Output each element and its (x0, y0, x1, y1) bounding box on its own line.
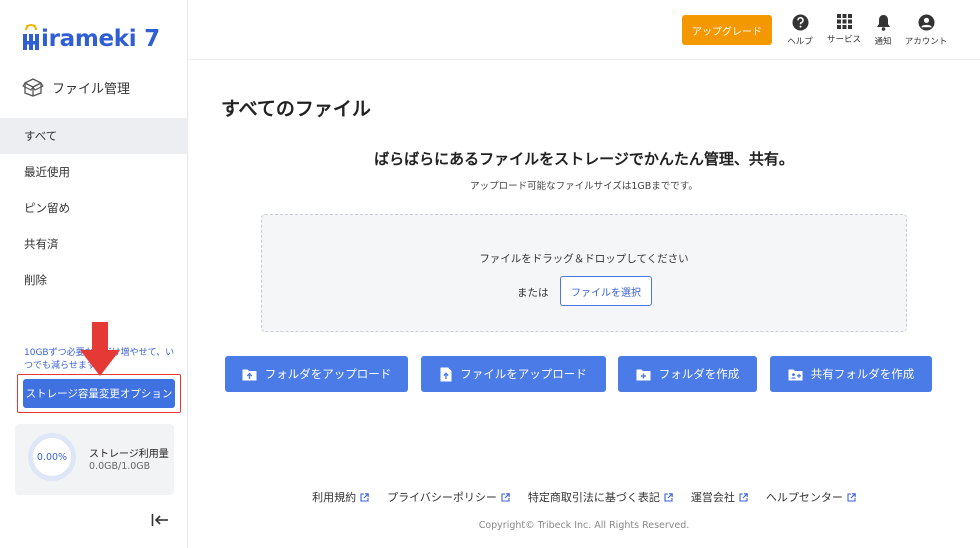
footer-link-commerce-law[interactable]: 特定商取引法に基づく表記 (528, 489, 673, 505)
hero-title: ばらばらにあるファイルをストレージでかんたん管理、共有。 (374, 150, 794, 168)
page-title: すべてのファイル (221, 98, 371, 120)
sidebar-item-shared[interactable]: 共有済 (0, 226, 188, 262)
box-icon (22, 78, 44, 97)
file-upload-icon (440, 367, 452, 381)
file-management-label: ファイル管理 (52, 81, 131, 97)
upload-file-label: ファイルをアップロード (460, 367, 587, 381)
storage-option-button[interactable]: ストレージ容量変更オプション (23, 379, 175, 408)
hero-subtitle: アップロード可能なファイルサイズは1GBまでです。 (470, 181, 698, 192)
account-label: アカウント (904, 37, 948, 47)
footer-link-help-center[interactable]: ヘルプセンター (766, 489, 856, 505)
upload-folder-label: フォルダをアップロード (264, 367, 392, 381)
logo-mark-icon (22, 24, 40, 50)
collapse-sidebar-icon[interactable] (151, 513, 169, 527)
red-arrow-annotation (80, 322, 120, 376)
app-root: irameki 7 ファイル管理 すべて 最近使用 ピン留め 共有済 削除 10… (0, 0, 980, 548)
external-link-icon (360, 492, 369, 502)
upload-file-button[interactable]: ファイルをアップロード (421, 356, 606, 392)
top-header: アップグレード ヘルプ サービス 通知 アカウント (188, 0, 980, 60)
usage-ring: 0.00% (28, 433, 76, 481)
external-link-icon (847, 492, 856, 502)
account-button[interactable]: アカウント (902, 14, 950, 47)
services-icon (836, 14, 852, 29)
sidebar: irameki 7 ファイル管理 すべて 最近使用 ピン留め 共有済 削除 10… (0, 0, 188, 548)
footer-link-privacy-label: プライバシーポリシー (387, 491, 497, 504)
usage-title: ストレージ利用量 (89, 449, 169, 460)
folder-upload-icon (242, 369, 257, 380)
storage-option-highlight: ストレージ容量変更オプション (17, 374, 181, 413)
select-file-button[interactable]: ファイルを選択 (560, 276, 652, 306)
create-shared-folder-button[interactable]: 共有フォルダを作成 (770, 356, 932, 392)
help-icon (792, 14, 808, 31)
footer-link-privacy[interactable]: プライバシーポリシー (387, 489, 510, 505)
hero: ばらばらにあるファイルをストレージでかんたん管理、共有。 アップロード可能なファ… (188, 148, 980, 192)
footer-link-commerce-law-label: 特定商取引法に基づく表記 (527, 491, 660, 504)
logo[interactable]: irameki 7 (22, 24, 160, 54)
shared-folder-add-icon (788, 369, 803, 380)
external-link-icon (664, 492, 673, 502)
sidebar-item-all[interactable]: すべて (0, 118, 188, 154)
dropzone-text: ファイルをドラッグ＆ドロップしてください (479, 253, 689, 265)
logo-text: irameki 7 (41, 26, 160, 52)
notifications-button[interactable]: 通知 (859, 14, 907, 47)
account-icon (918, 14, 934, 31)
footer-link-company[interactable]: 運営会社 (691, 489, 748, 505)
storage-usage-card: 0.00% ストレージ利用量 0.0GB/1.0GB (15, 424, 174, 495)
footer-links: 利用規約 プライバシーポリシー 特定商取引法に基づく表記 運営会社 ヘルプセンタ… (188, 489, 980, 505)
help-label: ヘルプ (787, 37, 813, 47)
create-folder-button[interactable]: フォルダを作成 (618, 356, 757, 392)
file-dropzone[interactable]: ファイルをドラッグ＆ドロップしてください または ファイルを選択 (261, 214, 907, 332)
help-button[interactable]: ヘルプ (776, 14, 824, 47)
dropzone-or-text: または (517, 287, 549, 299)
sidebar-item-pinned[interactable]: ピン留め (0, 190, 188, 226)
notifications-label: 通知 (874, 37, 892, 47)
create-folder-label: フォルダを作成 (658, 367, 740, 381)
bell-icon (876, 15, 890, 31)
folder-add-icon (636, 369, 651, 380)
external-link-icon (739, 492, 748, 502)
footer-link-terms[interactable]: 利用規約 (312, 489, 369, 505)
copyright: Copyright© Tribeck Inc. All Rights Reser… (478, 520, 690, 531)
upgrade-button[interactable]: アップグレード (682, 15, 772, 45)
footer-link-help-center-label: ヘルプセンター (765, 491, 843, 504)
sidebar-item-deleted[interactable]: 削除 (0, 262, 188, 298)
footer-link-terms-label: 利用規約 (312, 491, 357, 504)
usage-value: 0.0GB/1.0GB (89, 461, 151, 472)
file-management-heading: ファイル管理 (22, 77, 130, 97)
footer-link-company-label: 運営会社 (690, 491, 735, 504)
sidebar-nav: すべて 最近使用 ピン留め 共有済 削除 (0, 118, 188, 298)
external-link-icon (501, 492, 510, 502)
create-shared-folder-label: 共有フォルダを作成 (810, 367, 915, 381)
upload-folder-button[interactable]: フォルダをアップロード (225, 356, 408, 392)
sidebar-item-recent[interactable]: 最近使用 (0, 154, 188, 190)
